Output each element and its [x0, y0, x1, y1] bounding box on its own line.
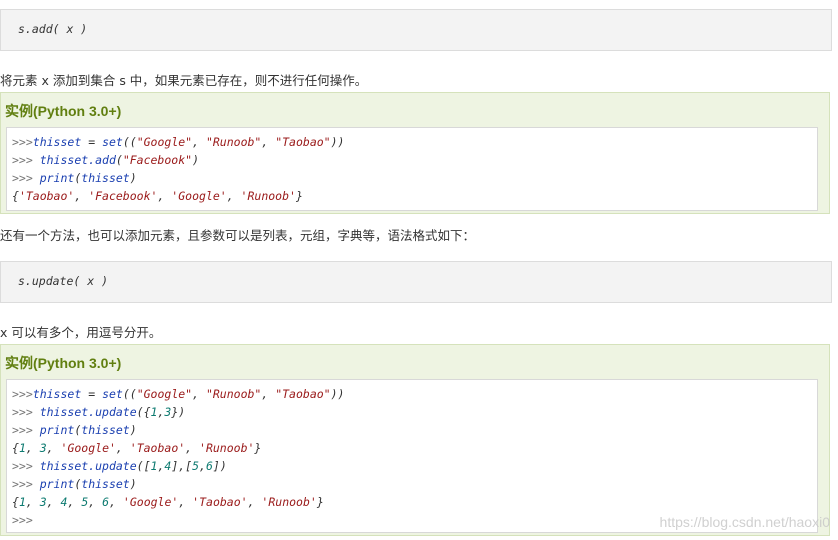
syntax-box-add: s.add( x )	[0, 9, 832, 51]
syntax-box-update: s.update( x )	[0, 261, 832, 303]
syntax-add-code: s.add( x )	[18, 22, 88, 36]
example-title: 实例(Python 3.0+)	[5, 355, 122, 371]
code-line: >>>thisset = set(("Google", "Runoob", "T…	[12, 387, 345, 401]
example-block-add: 实例(Python 3.0+) >>>thisset = set(("Googl…	[0, 92, 830, 214]
code-block: >>>thisset = set(("Google", "Runoob", "T…	[6, 127, 818, 211]
code-line: {1, 3, 'Google', 'Taobao', 'Runoob'}	[12, 441, 262, 455]
code-line: >>> thisset.update([1,4],[5,6])	[12, 459, 227, 473]
paragraph-update-intro: 还有一个方法，也可以添加元素，且参数可以是列表，元组，字典等，语法格式如下：	[0, 228, 476, 243]
watermark: https://blog.csdn.net/haoxi0	[659, 514, 830, 530]
paragraph-add-description: 将元素 x 添加到集合 s 中，如果元素已存在，则不进行任何操作。	[0, 73, 368, 88]
code-line: >>> print(thisset)	[12, 423, 137, 437]
code-block: >>>thisset = set(("Google", "Runoob", "T…	[6, 379, 818, 533]
code-line: >>> thisset.update({1,3})	[12, 405, 186, 419]
code-line: >>>thisset = set(("Google", "Runoob", "T…	[12, 135, 345, 149]
code-line: {1, 3, 4, 5, 6, 'Google', 'Taobao', 'Run…	[12, 495, 324, 509]
code-line: >>> print(thisset)	[12, 477, 137, 491]
example-block-update: 实例(Python 3.0+) >>>thisset = set(("Googl…	[0, 344, 830, 536]
syntax-update-code: s.update( x )	[18, 274, 109, 288]
code-line: >>> thisset.add("Facebook")	[12, 153, 199, 167]
example-title: 实例(Python 3.0+)	[5, 103, 122, 119]
code-line: {'Taobao', 'Facebook', 'Google', 'Runoob…	[12, 189, 303, 203]
paragraph-update-note: x 可以有多个，用逗号分开。	[0, 325, 162, 340]
page: s.add( x ) 将元素 x 添加到集合 s 中，如果元素已存在，则不进行任…	[0, 0, 838, 540]
code-line: >>> print(thisset)	[12, 171, 137, 185]
